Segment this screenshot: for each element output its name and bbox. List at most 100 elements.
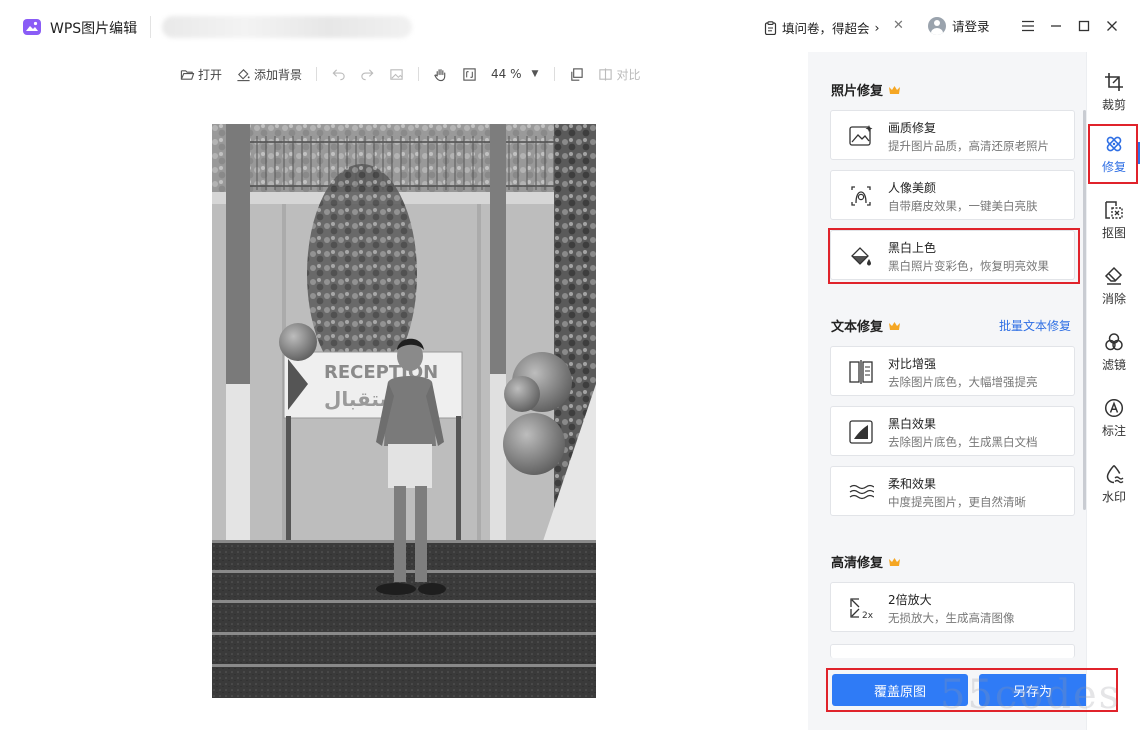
card-image-enhance[interactable]: 画质修复 提升图片品质，高清还原老照片 [830, 110, 1075, 160]
image-enhance-icon [849, 125, 873, 146]
title-bar: WPS图片编辑 填问卷，得超会 › ✕ 请登录 [0, 0, 1140, 52]
avatar-icon [928, 16, 946, 35]
card-upscale-2x[interactable]: 2x 2倍放大 无损放大，生成高清图像 [830, 582, 1075, 632]
card-title: 2倍放大 [888, 593, 932, 607]
rail-item-crop[interactable]: 裁剪 [1087, 64, 1140, 120]
rail-label: 滤镜 [1101, 357, 1126, 372]
edited-photo[interactable]: RECEPTION استقبال [212, 124, 596, 698]
app-name: WPS图片编辑 [50, 21, 138, 37]
hd-repair-heading: 高清修复 [831, 552, 901, 571]
watermark-text: 55codes [940, 672, 1122, 718]
copy-icon [571, 67, 584, 81]
blurred-file-tab[interactable] [162, 16, 412, 38]
annotate-icon [1104, 398, 1124, 417]
app-logo-icon [23, 19, 41, 35]
image-icon [390, 68, 403, 80]
crop-icon [1105, 72, 1123, 91]
soft-waves-icon [849, 484, 874, 500]
repair-panel: 照片修复 画质修复 提升图片品质，高清还原老照片 人像美颜 自带磨皮效果，一键美… [808, 52, 1086, 730]
rail-item-annotate[interactable]: 标注 [1087, 390, 1140, 446]
toolbar-divider [316, 67, 318, 81]
folder-open-icon [180, 69, 195, 80]
card-bw-effect[interactable]: 黑白效果 去除图片底色，生成黑白文档 [830, 406, 1075, 456]
stair-edge [212, 600, 596, 603]
card-desc: 去除图片底色，生成黑白文档 [888, 435, 1038, 449]
add-background-label: 添加背景 [254, 67, 303, 82]
repair-icon [1106, 136, 1122, 151]
menu-icon[interactable] [1016, 14, 1040, 38]
card-face-beauty[interactable]: 人像美颜 自带磨皮效果，一键美白亮肤 [830, 170, 1075, 220]
vip-crown-icon [889, 321, 901, 330]
hand-tool-button[interactable] [433, 67, 448, 82]
hand-icon [434, 68, 446, 81]
card-desc: 去除图片底色，大幅增强提亮 [888, 375, 1038, 389]
card-colorize[interactable]: 黑白上色 黑白照片变彩色，恢复明亮效果 [830, 230, 1075, 280]
zoom-select[interactable]: 44 % ▼ [491, 67, 538, 81]
rail-item-eraser[interactable]: 消除 [1087, 258, 1140, 314]
open-button[interactable]: 打开 [180, 66, 222, 83]
open-label: 打开 [198, 67, 223, 82]
redo-icon [361, 68, 374, 80]
card-partial [830, 644, 1075, 658]
toolbar-divider [418, 67, 420, 81]
rail-item-filter[interactable]: 滤镜 [1087, 324, 1140, 380]
canvas-toolbar: 打开 添加背景 44 % ▼ 对比 [180, 63, 654, 85]
chevron-right-icon: › [874, 20, 880, 35]
add-background-button[interactable]: 添加背景 [236, 66, 302, 83]
close-window-icon[interactable] [1100, 14, 1124, 38]
card-desc: 提升图片品质，高清还原老照片 [888, 139, 1049, 153]
photo-repair-heading: 照片修复 [831, 80, 901, 99]
rail-label: 裁剪 [1101, 97, 1126, 112]
hd-repair-title: 高清修复 [831, 556, 884, 571]
redo-button[interactable] [360, 67, 375, 82]
fit-screen-icon [463, 67, 476, 81]
clipboard-icon [764, 20, 777, 35]
rail-item-cutout[interactable]: 抠图 [1087, 192, 1140, 248]
stair-step [212, 664, 596, 698]
card-title: 画质修复 [888, 121, 937, 135]
rail-label: 修复 [1101, 159, 1126, 174]
upscale-2x-icon: 2x [850, 598, 874, 621]
text-repair-heading: 文本修复 [831, 316, 901, 335]
vip-crown-icon [889, 85, 901, 94]
survey-close-icon[interactable]: ✕ [893, 18, 904, 33]
survey-button[interactable]: 填问卷，得超会 › [764, 18, 880, 37]
svg-text:2x: 2x [862, 611, 874, 621]
eraser-icon [1104, 266, 1123, 285]
rail-label: 标注 [1101, 423, 1126, 438]
compare-button[interactable]: 对比 [598, 66, 640, 83]
copy-button[interactable] [569, 67, 584, 82]
card-desc: 无损放大，生成高清图像 [888, 611, 1015, 625]
maximize-icon[interactable] [1072, 14, 1096, 38]
rail-item-repair[interactable]: 修复 [1087, 126, 1140, 182]
undo-button[interactable] [331, 67, 346, 82]
survey-label: 填问卷，得超会 [782, 21, 870, 36]
rail-item-watermark[interactable]: 水印 [1087, 456, 1140, 512]
text-repair-title: 文本修复 [831, 320, 884, 335]
card-title: 黑白上色 [888, 241, 937, 255]
toolbar-divider [554, 67, 556, 81]
photo-canvas: RECEPTION استقبال [212, 124, 596, 698]
card-title: 人像美颜 [888, 181, 937, 195]
login-label: 请登录 [952, 19, 990, 34]
fit-screen-button[interactable] [462, 67, 477, 82]
card-title: 柔和效果 [888, 477, 937, 491]
tool-rail: 裁剪 修复 抠图 消除 滤镜 标注 水印 [1086, 52, 1140, 730]
minimize-icon[interactable] [1044, 14, 1068, 38]
compare-label: 对比 [616, 67, 641, 82]
card-soft-effect[interactable]: 柔和效果 中度提亮图片，更自然清晰 [830, 466, 1075, 516]
rail-label: 抠图 [1101, 225, 1126, 240]
login-button[interactable]: 请登录 [928, 16, 990, 35]
cutout-icon [1105, 200, 1123, 219]
filter-icon [1105, 332, 1123, 350]
canvas-area: 打开 添加背景 44 % ▼ 对比 RECEPTION استقبال [0, 52, 808, 730]
contrast-icon [849, 360, 873, 384]
card-desc: 自带磨皮效果，一键美白亮肤 [888, 199, 1038, 213]
photo-repair-title: 照片修复 [831, 84, 884, 99]
card-desc: 中度提亮图片，更自然清晰 [888, 495, 1026, 509]
title-divider [150, 16, 151, 38]
batch-text-repair-link[interactable]: 批量文本修复 [999, 317, 1071, 334]
card-contrast[interactable]: 对比增强 去除图片底色，大幅增强提亮 [830, 346, 1075, 396]
chevron-down-icon: ▼ [531, 69, 539, 79]
image-button[interactable] [389, 67, 404, 82]
